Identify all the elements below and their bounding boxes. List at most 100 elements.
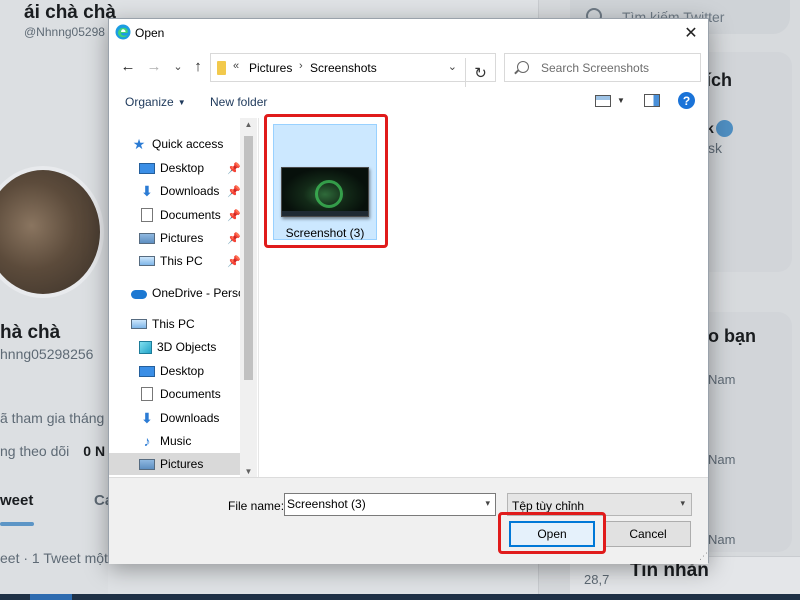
profile-name: ái chà chà (24, 2, 116, 23)
refresh-button[interactable]: ↻ (465, 58, 495, 87)
search-box[interactable] (504, 53, 701, 82)
pictures-icon (139, 459, 155, 470)
background-left-column (0, 0, 108, 600)
preview-pane-icon[interactable] (644, 94, 660, 107)
star-icon: ★ (132, 136, 146, 152)
sidebar-item-desktop-pc[interactable]: Desktop (139, 360, 204, 382)
sidebar-item-this-pc-quick[interactable]: This PC (139, 250, 203, 272)
sidebar-item-this-pc[interactable]: This PC (131, 313, 195, 335)
dialog-titlebar[interactable]: Open ✕ (109, 19, 708, 47)
pin-icon: 📌 (227, 163, 241, 175)
arrow-left-icon: ← (120, 57, 136, 75)
sidebar-item-onedrive[interactable]: OneDrive - Person (131, 282, 251, 304)
3d-objects-icon (139, 340, 152, 354)
search-input[interactable] (541, 61, 697, 75)
profile-name-large: hà chà (0, 322, 61, 343)
documents-icon (141, 387, 153, 401)
help-icon[interactable]: ? (678, 92, 695, 109)
music-icon: ♪ (143, 433, 151, 449)
scroll-down-icon[interactable]: ▼ (240, 467, 257, 476)
sidebar-item-label: This PC (152, 317, 195, 331)
sidebar-item-desktop[interactable]: Desktop (139, 157, 204, 179)
pin-icon: 📌 (227, 256, 241, 268)
chevron-down-icon[interactable]: ▾ (485, 498, 490, 509)
address-dropdown-icon[interactable]: ⌄ (448, 60, 457, 73)
sidebar-item-label: Desktop (160, 161, 205, 175)
organize-button[interactable]: Organize ▼ (125, 95, 186, 109)
download-icon: ⬇ (141, 183, 153, 199)
caret-down-icon: ▼ (177, 98, 186, 107)
chevron-down-icon: ⌄ (173, 60, 183, 73)
sidebar-item-3d-objects[interactable]: 3D Objects (139, 336, 216, 358)
dialog-footer: File name: ▾ Tệp tùy chỉnh ▾ Open Cancel… (109, 477, 708, 564)
scroll-up-icon[interactable]: ▲ (240, 120, 257, 129)
refresh-icon: ↻ (474, 64, 487, 82)
view-options-icon[interactable] (595, 95, 611, 107)
sidebar-item-quick-access[interactable]: ★ Quick access (131, 133, 224, 155)
verified-badge-icon (716, 120, 733, 137)
sidebar-item-label: Pictures (160, 457, 204, 471)
pin-icon: 📌 (227, 233, 241, 245)
sidebar-item-label: Documents (160, 208, 221, 222)
trend-location: Nam (708, 372, 736, 387)
address-bar[interactable]: « Pictures › Screenshots ⌄ ↻ (210, 53, 496, 87)
scrollbar-thumb[interactable] (244, 136, 253, 380)
cancel-button[interactable]: Cancel (605, 521, 691, 547)
profile-handle-large: hnng05298256 (0, 346, 94, 362)
profile-following: ng theo dõi 0 N (0, 443, 105, 459)
taskbar-active-item (30, 594, 72, 600)
right-section-heading: o bạn (708, 326, 756, 346)
taskbar (0, 594, 800, 600)
sidebar-item-label: OneDrive - Person (152, 286, 252, 300)
navigation-scrollbar[interactable]: ▲ ▼ (240, 118, 257, 478)
sidebar-item-documents[interactable]: Documents (139, 204, 221, 226)
up-button[interactable]: ↑ (187, 55, 209, 77)
trend-location: Nam (708, 532, 736, 547)
recent-locations-button[interactable]: ⌄ (167, 55, 189, 77)
breadcrumb-overflow[interactable]: « (233, 60, 239, 72)
sidebar-item-pictures-pc[interactable]: Pictures (109, 453, 240, 475)
breadcrumb-separator[interactable]: › (299, 60, 303, 72)
back-button[interactable]: ← (117, 55, 139, 77)
right-heading: ích (706, 70, 733, 90)
computer-icon (139, 256, 155, 266)
computer-icon (131, 319, 147, 329)
forward-button[interactable]: → (143, 55, 165, 77)
navigation-pane: ★ Quick access Desktop 📌 ⬇ Downloads 📌 Doc… (109, 118, 257, 478)
command-bar: Organize ▼ New folder ▼ ? (109, 87, 708, 117)
pin-icon: 📌 (227, 210, 241, 222)
sidebar-item-downloads[interactable]: ⬇ Downloads (139, 180, 219, 202)
documents-icon (141, 208, 153, 222)
download-icon: ⬇ (141, 410, 153, 426)
sidebar-item-label: 3D Objects (157, 340, 217, 354)
view-caret-icon[interactable]: ▼ (617, 96, 625, 105)
breadcrumb-screenshots[interactable]: Screenshots (310, 61, 377, 75)
filename-input[interactable] (287, 497, 467, 511)
folder-icon (217, 61, 226, 75)
breadcrumb-pictures[interactable]: Pictures (249, 61, 292, 75)
dialog-title: Open (135, 26, 165, 40)
followers-count: 0 N (83, 443, 106, 459)
filename-combobox[interactable]: ▾ (284, 493, 496, 516)
sidebar-item-pictures[interactable]: Pictures (139, 227, 203, 249)
desktop-icon (139, 366, 155, 377)
desktop-icon (139, 163, 155, 174)
sidebar-item-label: Desktop (160, 364, 205, 378)
tweet-count: eet · 1 Tweet một (0, 550, 108, 566)
arrow-right-icon: → (146, 57, 162, 75)
sidebar-item-documents-pc[interactable]: Documents (139, 383, 221, 405)
open-file-dialog: Open ✕ ← → ⌄ ↑ « Pictures › Screenshots … (108, 18, 709, 564)
sidebar-item-downloads-pc[interactable]: ⬇ Downloads (139, 407, 219, 429)
filetype-value: Tệp tùy chỉnh (512, 499, 585, 513)
highlight-box-open-button (498, 512, 606, 554)
pin-icon: 📌 (227, 186, 241, 198)
search-icon (517, 61, 529, 73)
sidebar-item-music[interactable]: ♪ Music (139, 430, 192, 452)
filename-label: File name: (228, 499, 285, 513)
pictures-icon (139, 233, 155, 244)
new-folder-button[interactable]: New folder (210, 95, 267, 109)
close-button[interactable]: ✕ (674, 19, 708, 47)
resize-grip-icon[interactable]: ⋰ (699, 551, 708, 562)
close-icon: ✕ (684, 25, 698, 42)
navigation-bar: ← → ⌄ ↑ « Pictures › Screenshots ⌄ ↻ (109, 49, 708, 87)
